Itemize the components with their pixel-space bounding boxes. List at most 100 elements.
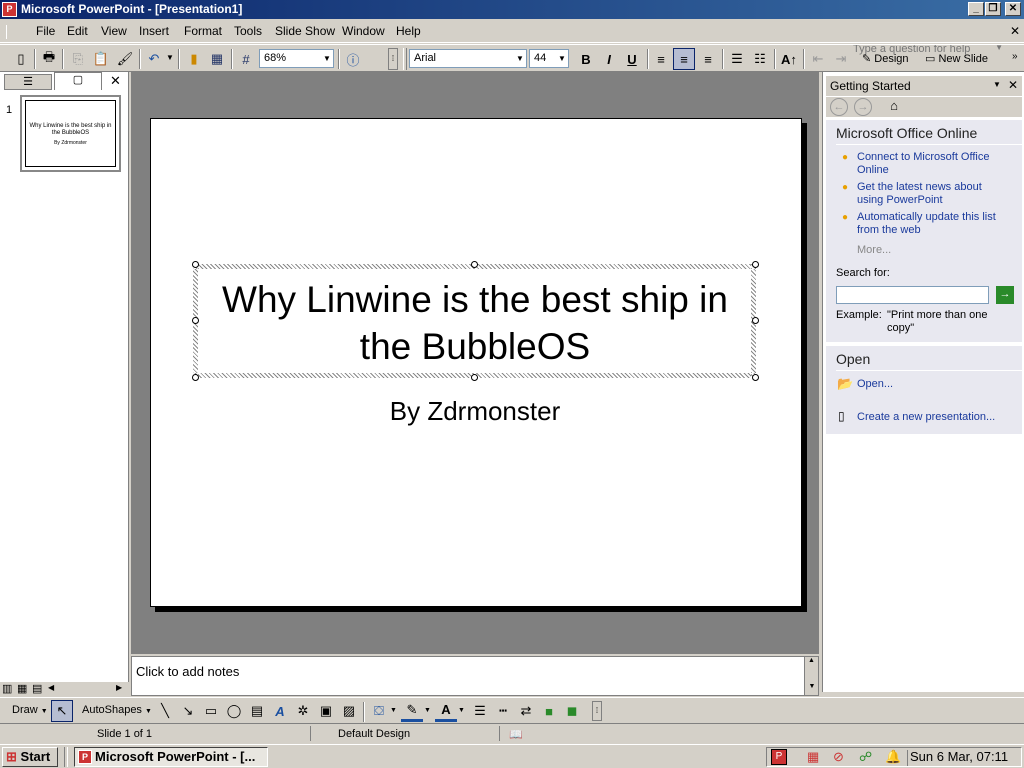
format-painter-icon[interactable]: 🖌: [114, 48, 136, 70]
toolbar-overflow-icon[interactable]: »: [1012, 51, 1018, 62]
link-more[interactable]: More...: [857, 244, 891, 257]
clock[interactable]: Sun 6 Mar, 07:11: [910, 749, 1008, 764]
home-icon[interactable]: ⌂: [884, 98, 904, 116]
menu-slide-show[interactable]: Slide Show: [275, 24, 335, 38]
taskbar-powerpoint-button[interactable]: P Microsoft PowerPoint - [...: [74, 747, 268, 767]
slide-subtitle[interactable]: By Zdrmonster: [150, 396, 800, 427]
slides-tab[interactable]: ▢: [54, 72, 102, 90]
slide-sorter-view-icon[interactable]: ▦: [17, 682, 27, 695]
new-slide-button[interactable]: ▭ New Slide: [925, 52, 988, 65]
insert-chart-icon[interactable]: ▮: [183, 48, 205, 70]
paste-icon[interactable]: 📋: [90, 48, 112, 70]
menu-view[interactable]: View: [101, 24, 127, 38]
menu-format[interactable]: Format: [184, 24, 222, 38]
line-icon[interactable]: ╲: [154, 700, 176, 722]
line-color-dropdown-icon[interactable]: ▼: [424, 707, 431, 714]
close-pane-icon[interactable]: ✕: [110, 73, 121, 89]
link-connect-office-online[interactable]: Connect to Microsoft Office Online: [857, 151, 1007, 177]
numbering-icon[interactable]: ☰: [726, 48, 748, 70]
arrow-icon[interactable]: ↘: [177, 700, 199, 722]
rectangle-icon[interactable]: ▭: [200, 700, 222, 722]
forward-icon[interactable]: →: [854, 98, 872, 116]
scroll-right-icon[interactable]: ▶: [116, 683, 122, 692]
clip-art-icon[interactable]: ▣: [315, 700, 337, 722]
scroll-up-icon[interactable]: ▲: [805, 657, 818, 669]
print-icon[interactable]: 🖶: [38, 48, 60, 70]
menu-help[interactable]: Help: [396, 24, 421, 38]
arrow-style-icon[interactable]: ⇄: [515, 700, 537, 722]
fill-color-icon[interactable]: ⛋: [368, 700, 390, 722]
shadow-style-icon[interactable]: ■: [538, 700, 560, 722]
increase-indent-icon[interactable]: ⇥: [830, 48, 852, 70]
scroll-down-icon[interactable]: ▼: [805, 683, 819, 695]
tray-notification-icon[interactable]: 🔔: [885, 749, 901, 765]
spelling-status-icon[interactable]: 📖: [509, 728, 523, 741]
oval-icon[interactable]: ◯: [223, 700, 245, 722]
align-center-icon[interactable]: ≡: [673, 48, 695, 70]
close-document-icon[interactable]: ✕: [1010, 24, 1020, 38]
menu-edit[interactable]: Edit: [67, 24, 88, 38]
help-icon[interactable]: ⓘ: [342, 48, 364, 70]
draw-menu-button[interactable]: Draw ▼: [12, 704, 48, 716]
increase-font-size-icon[interactable]: A↑: [778, 48, 800, 70]
italic-button[interactable]: I: [598, 48, 620, 70]
resize-handle[interactable]: [752, 261, 759, 268]
task-pane-close-icon[interactable]: ✕: [1008, 78, 1018, 92]
slide-thumbnail[interactable]: Why Linwine is the best ship in the Bubb…: [20, 95, 121, 172]
copy-icon[interactable]: ⎘: [67, 48, 89, 70]
powerpoint-app-icon[interactable]: P: [2, 2, 17, 17]
line-color-icon[interactable]: ✎: [401, 700, 423, 722]
zoom-select[interactable]: 68% ▼: [259, 49, 334, 68]
outline-tab[interactable]: ☰: [4, 74, 52, 90]
autoshapes-menu-button[interactable]: AutoShapes ▼: [82, 704, 152, 716]
link-create-presentation[interactable]: Create a new presentation...: [857, 411, 995, 424]
toolbar-options-icon[interactable]: ⁞: [388, 48, 398, 70]
3d-style-icon[interactable]: ◼: [561, 700, 583, 722]
fill-color-dropdown-icon[interactable]: ▼: [390, 707, 397, 714]
diagram-icon[interactable]: ✲: [292, 700, 314, 722]
restore-button[interactable]: ❐: [985, 2, 1001, 16]
link-latest-news[interactable]: Get the latest news about using PowerPoi…: [857, 181, 1007, 207]
font-size-dropdown-icon[interactable]: ▼: [556, 50, 568, 67]
new-document-icon[interactable]: ▯: [10, 48, 32, 70]
select-objects-icon[interactable]: ↖: [51, 700, 73, 722]
menu-tools[interactable]: Tools: [234, 24, 262, 38]
insert-picture-icon[interactable]: ▨: [338, 700, 360, 722]
align-left-icon[interactable]: ≡: [650, 48, 672, 70]
slide-show-view-icon[interactable]: ▤: [32, 682, 42, 695]
menu-file[interactable]: File: [36, 24, 55, 38]
search-go-icon[interactable]: →: [996, 286, 1014, 304]
undo-dropdown-icon[interactable]: ▼: [166, 53, 174, 62]
normal-view-icon[interactable]: ▥: [2, 682, 12, 695]
decrease-indent-icon[interactable]: ⇤: [807, 48, 829, 70]
font-dropdown-icon[interactable]: ▼: [514, 50, 526, 67]
tray-network-icon[interactable]: ☍: [859, 749, 872, 765]
resize-handle[interactable]: [752, 374, 759, 381]
close-button[interactable]: ✕: [1005, 2, 1021, 16]
tray-security-icon[interactable]: ⊘: [833, 749, 844, 765]
resize-handle[interactable]: [192, 261, 199, 268]
bullets-icon[interactable]: ☷: [749, 48, 771, 70]
resize-handle[interactable]: [192, 374, 199, 381]
text-box-icon[interactable]: ▤: [246, 700, 268, 722]
start-button[interactable]: ⊞ Start: [2, 747, 58, 767]
dash-style-icon[interactable]: ┅: [492, 700, 514, 722]
scroll-left-icon[interactable]: ◀: [48, 683, 54, 692]
resize-handle[interactable]: [471, 374, 478, 381]
resize-handle[interactable]: [752, 317, 759, 324]
menu-insert[interactable]: Insert: [139, 24, 169, 38]
font-color-icon[interactable]: A: [435, 700, 457, 722]
undo-icon[interactable]: ↶: [143, 48, 165, 70]
font-size-select[interactable]: 44 ▼: [529, 49, 569, 68]
notes-pane[interactable]: Click to add notes ▲ ▼: [131, 656, 819, 696]
bold-button[interactable]: B: [575, 48, 597, 70]
font-color-dropdown-icon[interactable]: ▼: [458, 707, 465, 714]
link-open[interactable]: Open...: [857, 378, 893, 391]
wordart-icon[interactable]: A: [269, 700, 291, 722]
search-input[interactable]: [836, 286, 989, 304]
zoom-dropdown-icon[interactable]: ▼: [321, 50, 333, 67]
drawing-toolbar-options-icon[interactable]: ⁞: [592, 701, 602, 721]
resize-handle[interactable]: [471, 261, 478, 268]
design-button[interactable]: ✎ Design: [862, 52, 909, 65]
minimize-button[interactable]: _: [968, 2, 984, 16]
